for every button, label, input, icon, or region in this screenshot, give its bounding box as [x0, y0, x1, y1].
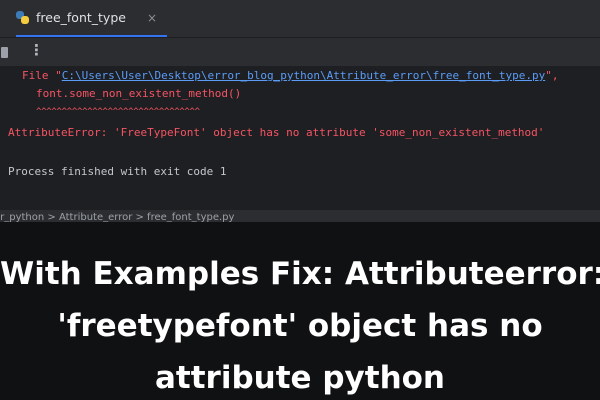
caption-line-3: attribute python: [154, 360, 446, 396]
tab-label: free_font_type: [36, 10, 126, 25]
tab-free-font-type[interactable]: free_font_type ×: [16, 0, 168, 37]
caption-banner: With Examples Fix: Attributeerror: 'free…: [0, 222, 600, 400]
file-prefix: File ": [22, 69, 62, 82]
error-message-line: AttributeError: 'FreeTypeFont' object ha…: [8, 126, 545, 139]
traceback-caret-line: ^^^^^^^^^^^^^^^^^^^^^^^^^^^^^^^^: [36, 107, 200, 117]
close-icon[interactable]: ×: [147, 11, 157, 25]
caption-line-1: With Examples Fix: Attributeerror:: [0, 256, 600, 292]
run-console-output: File "C:\Users\User\Desktop\error_blog_p…: [0, 66, 600, 210]
caption-line-2: 'freetypefont' object has no: [57, 308, 543, 344]
file-suffix: ",: [545, 69, 559, 82]
stop-icon[interactable]: [1, 47, 8, 58]
python-file-icon: [16, 11, 29, 24]
breadcrumb: or_python > Attribute_error > free_font_…: [0, 210, 600, 222]
run-toolbar: ⋮: [0, 38, 600, 66]
screenshot: free_font_type × ⋮ File "C:\Users\User\D…: [0, 0, 600, 400]
editor-tab-bar: free_font_type ×: [0, 0, 600, 38]
traceback-code-line: font.some_non_existent_method(): [36, 87, 242, 100]
traceback-file-line: File "C:\Users\User\Desktop\error_blog_p…: [22, 69, 558, 83]
breadcrumb-text[interactable]: or_python > Attribute_error > free_font_…: [0, 212, 234, 222]
file-path-link[interactable]: C:\Users\User\Desktop\error_blog_python\…: [62, 69, 545, 82]
more-vertical-icon[interactable]: ⋮: [29, 41, 44, 59]
exit-code-line: Process finished with exit code 1: [8, 165, 227, 178]
